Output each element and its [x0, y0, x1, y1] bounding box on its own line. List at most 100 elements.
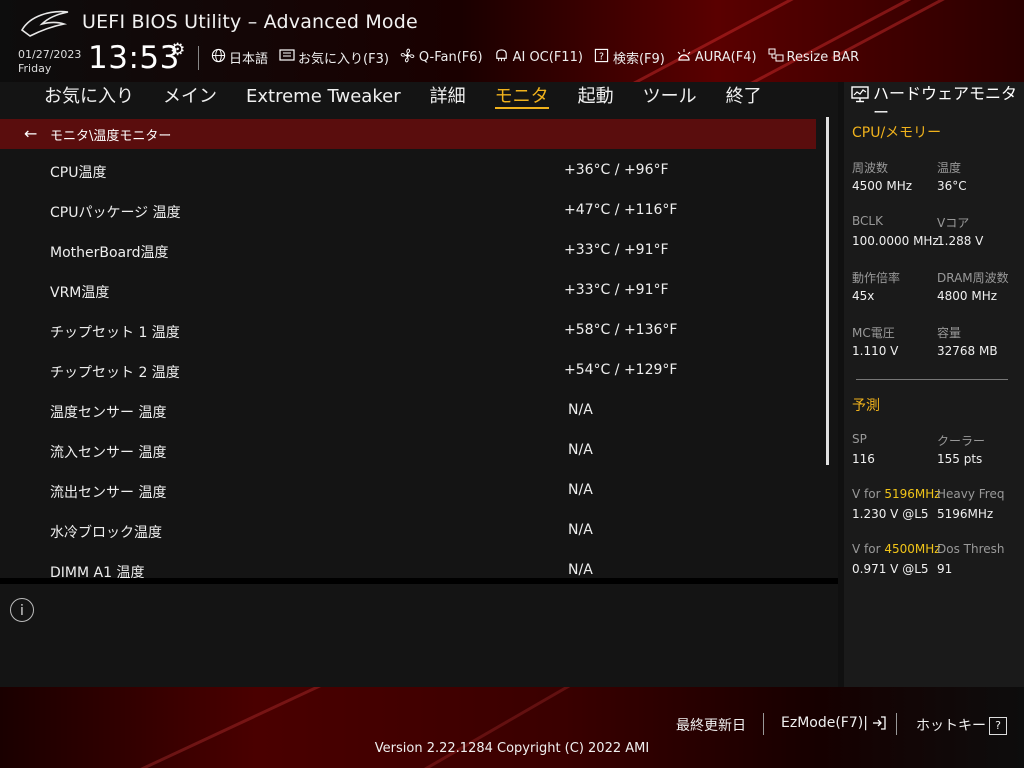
last-modified-button[interactable]: 最終更新日: [676, 715, 746, 735]
tab-tool[interactable]: ツール: [643, 82, 697, 112]
aura-label: AURA(F4): [694, 49, 757, 65]
tab-extreme-tweaker[interactable]: Extreme Tweaker: [246, 82, 401, 112]
list-item[interactable]: チップセット 2 温度 +54°C / +129°F: [0, 351, 816, 391]
svg-text:?: ?: [599, 51, 604, 62]
aura-button[interactable]: AURA(F4): [676, 48, 757, 66]
ai-oc-button[interactable]: AI OC(F11): [494, 48, 583, 67]
tab-main[interactable]: メイン: [163, 82, 217, 112]
hw-label: Heavy Freq: [937, 487, 1005, 501]
hw-label: MC電圧: [852, 326, 895, 340]
breadcrumb-text: モニタ\温度モニター: [50, 129, 172, 144]
item-label: 温度センサー 温度: [50, 405, 167, 421]
header-bar: UEFI BIOS Utility – Advanced Mode 01/27/…: [0, 0, 1024, 82]
hw-label: Dos Thresh: [937, 542, 1005, 556]
item-label: VRM温度: [50, 285, 110, 301]
item-value: +54°C / +129°F: [564, 362, 678, 378]
hw-value: 4800 MHz: [937, 289, 998, 303]
item-label: 水冷ブロック温度: [50, 525, 162, 541]
label-highlight: 4500MHz: [884, 542, 941, 556]
tab-exit[interactable]: 終了: [726, 82, 762, 112]
list-item[interactable]: VRM温度 +33°C / +91°F: [0, 271, 816, 311]
footer-divider: [763, 713, 764, 735]
globe-icon: [210, 48, 226, 67]
hw-value: 4500 MHz: [852, 179, 913, 193]
item-value: N/A: [568, 482, 593, 498]
tab-boot[interactable]: 起動: [578, 82, 614, 112]
monitor-icon: [851, 86, 869, 107]
prediction-section-title: 予測: [852, 398, 880, 414]
help-panel: i: [0, 584, 838, 687]
rog-logo: [20, 10, 69, 37]
ai-oc-label: AI OC(F11): [512, 49, 583, 65]
hw-label: BCLK: [852, 214, 883, 228]
language-button[interactable]: 日本語: [210, 48, 268, 67]
item-label: 流入センサー 温度: [50, 445, 167, 461]
help-key-icon: ?: [989, 717, 1007, 735]
day-display: Friday: [18, 62, 52, 75]
hw-value: 32768 MB: [937, 344, 998, 358]
list-item[interactable]: 流入センサー 温度 N/A: [0, 431, 816, 471]
list-item[interactable]: CPUパッケージ 温度 +47°C / +116°F: [0, 191, 816, 231]
resize-bar-label: Resize BAR: [786, 49, 860, 65]
tab-advanced[interactable]: 詳細: [430, 82, 466, 112]
item-label: CPU温度: [50, 165, 107, 181]
hw-label: 温度: [937, 161, 962, 175]
hardware-monitor-panel: ハードウェアモニター CPU/メモリー 周波数 4500 MHz 温度 36°C…: [844, 82, 1024, 687]
item-value: N/A: [568, 442, 593, 458]
favorites-icon: [279, 48, 295, 66]
hw-value: 36°C: [937, 179, 967, 193]
hw-value: 45x: [852, 289, 875, 303]
hw-label: V for 5196MHz: [852, 487, 941, 501]
item-value: +58°C / +136°F: [564, 322, 678, 338]
search-button[interactable]: ? 検索(F9): [594, 48, 665, 67]
hotkeys-label: ホットキー: [916, 718, 986, 734]
footer-divider: [896, 713, 897, 735]
vertical-scrollbar[interactable]: [826, 117, 829, 465]
list-item[interactable]: 水冷ブロック温度 N/A: [0, 511, 816, 551]
list-item[interactable]: MotherBoard温度 +33°C / +91°F: [0, 231, 816, 271]
item-label: チップセット 1 温度: [50, 325, 180, 341]
ai-chip-icon: [494, 48, 510, 67]
list-item[interactable]: 流出センサー 温度 N/A: [0, 471, 816, 511]
list-item[interactable]: チップセット 1 温度 +58°C / +136°F: [0, 311, 816, 351]
hw-label: V for 4500MHz: [852, 542, 941, 556]
resize-bar-icon: [768, 48, 784, 66]
hw-value: 5196MHz: [937, 507, 994, 521]
item-label: 流出センサー 温度: [50, 485, 167, 501]
hw-label: SP: [852, 432, 867, 446]
favorites-label: お気に入り(F3): [298, 51, 389, 67]
header-divider: [198, 46, 199, 70]
app-title: UEFI BIOS Utility – Advanced Mode: [82, 11, 418, 33]
exit-arrow-icon: [872, 715, 887, 731]
hw-label: クーラー: [937, 434, 986, 448]
item-value: +36°C / +96°F: [564, 162, 669, 178]
tab-favorites[interactable]: お気に入り: [44, 82, 134, 112]
tab-monitor[interactable]: モニタ: [494, 82, 549, 112]
resize-bar-button[interactable]: Resize BAR: [768, 48, 860, 66]
item-label: MotherBoard温度: [50, 245, 169, 261]
back-arrow-icon[interactable]: ←: [24, 124, 37, 143]
temperature-list: CPU温度 +36°C / +96°F CPUパッケージ 温度 +47°C / +1…: [0, 151, 816, 578]
search-help-icon: ?: [594, 48, 610, 67]
toolbar: 日本語 お気に入り(F3) Q-Fan(F6) AI OC(F11) ? 検索(…: [210, 46, 859, 68]
ezmode-button[interactable]: EzMode(F7)|: [781, 715, 887, 731]
qfan-button[interactable]: Q-Fan(F6): [400, 48, 483, 67]
label-prefix: V for: [852, 487, 885, 501]
list-item[interactable]: 温度センサー 温度 N/A: [0, 391, 816, 431]
hw-value: 155 pts: [937, 452, 983, 466]
item-value: +47°C / +116°F: [564, 202, 678, 218]
gear-icon[interactable]: ⚙: [170, 40, 185, 60]
favorites-button[interactable]: お気に入り(F3): [279, 48, 389, 67]
item-value: N/A: [568, 402, 593, 418]
info-icon: i: [10, 598, 34, 622]
list-item[interactable]: DIMM A1 温度 N/A: [0, 551, 816, 578]
hw-monitor-title: ハードウェアモニター: [873, 84, 1018, 122]
search-label: 検索(F9): [612, 51, 665, 67]
list-item[interactable]: CPU温度 +36°C / +96°F: [0, 151, 816, 191]
item-value: +33°C / +91°F: [564, 242, 669, 258]
hw-label: Vコア: [937, 216, 970, 230]
breadcrumb[interactable]: ← モニタ\温度モニター: [0, 119, 816, 149]
version-text: Version 2.22.1284 Copyright (C) 2022 AMI: [374, 741, 650, 756]
hw-value: 100.0000 MHz: [852, 234, 939, 248]
hotkeys-button[interactable]: ホットキー?: [916, 715, 1007, 735]
